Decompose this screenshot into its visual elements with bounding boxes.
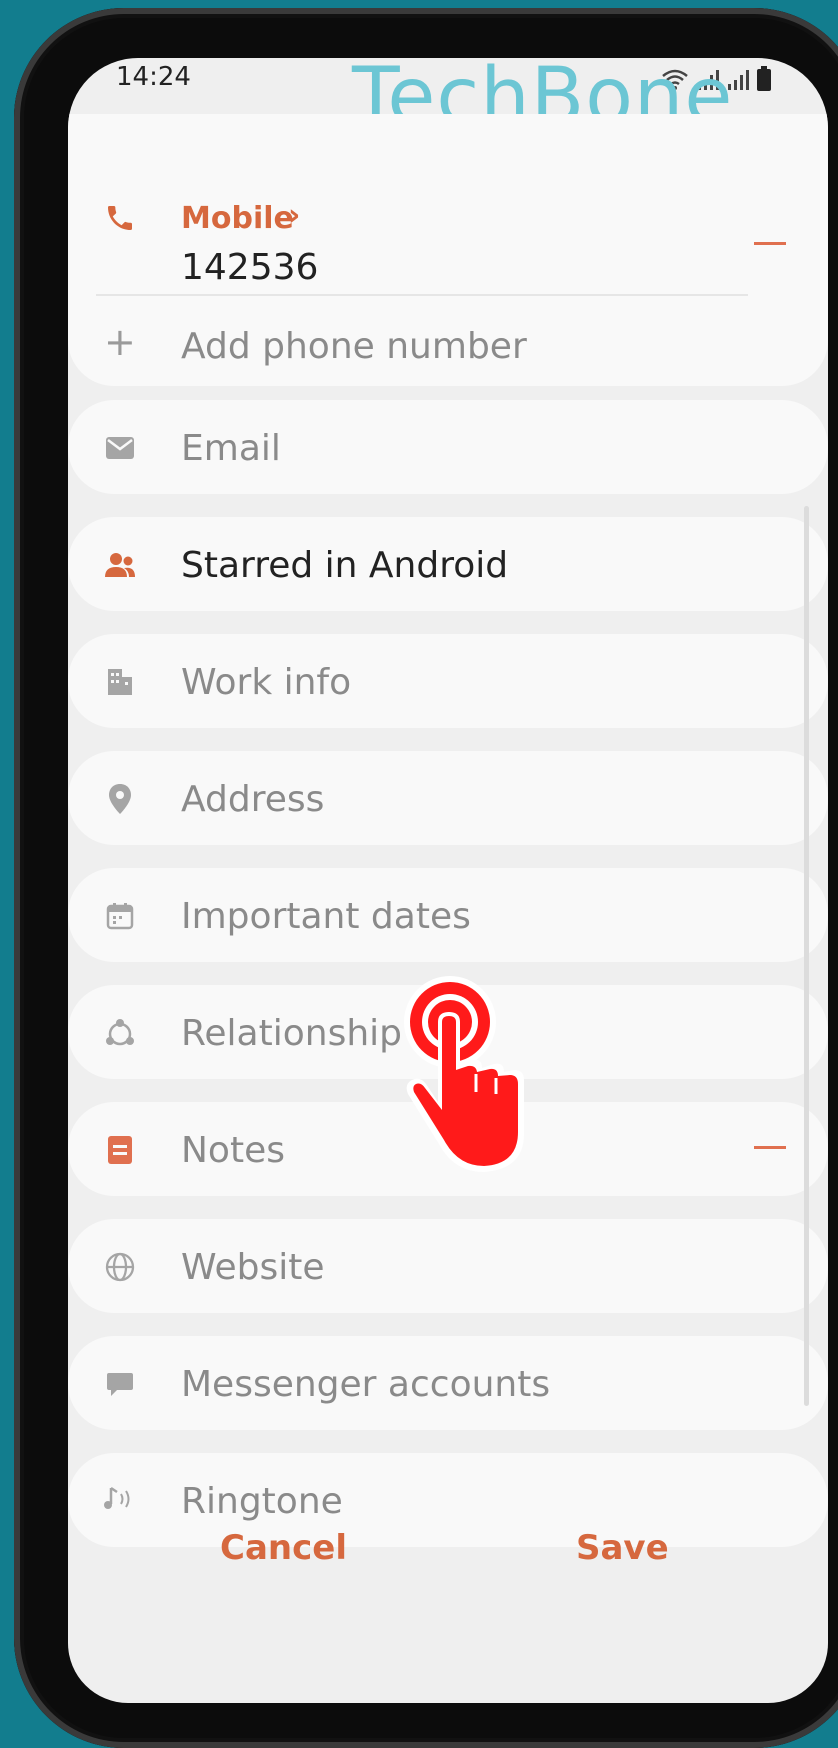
group-label: Starred in Android [181, 545, 509, 586]
notes-icon [102, 1132, 138, 1168]
important-dates-label: Important dates [181, 896, 471, 937]
status-bar: 14:24 TechBone [68, 58, 828, 136]
messenger-label: Messenger accounts [181, 1364, 551, 1405]
add-phone-number-button[interactable]: Add phone number [181, 326, 527, 367]
phone-card: Mobile › 142536 + Add phone number [68, 114, 828, 386]
remove-notes-button[interactable] [754, 1146, 786, 1149]
calendar-icon [102, 898, 138, 934]
group-icon [102, 547, 138, 583]
phone-icon [102, 200, 138, 236]
relationship-icon [102, 1015, 138, 1051]
screen: 14:24 TechBone Mobile › 142536 + Add pho… [68, 58, 828, 1703]
group-field[interactable]: Starred in Android [68, 517, 828, 611]
divider [96, 294, 748, 296]
phone-frame: 14:24 TechBone Mobile › 142536 + Add pho… [14, 8, 838, 1748]
ringtone-field[interactable]: Ringtone [68, 1453, 828, 1547]
phone-number-value[interactable]: 142536 [181, 247, 318, 288]
work-info-label: Work info [181, 662, 352, 703]
relationship-label: Relationship [181, 1013, 402, 1054]
plus-icon[interactable]: + [104, 323, 136, 361]
ringtone-label: Ringtone [181, 1481, 343, 1522]
important-dates-field[interactable]: Important dates [68, 868, 828, 962]
tap-hand-icon [404, 976, 524, 1172]
scrollbar[interactable] [804, 506, 809, 1406]
building-icon [102, 664, 138, 700]
phone-type-label[interactable]: Mobile [181, 201, 294, 236]
cancel-button[interactable]: Cancel [220, 1528, 347, 1568]
website-label: Website [181, 1247, 325, 1288]
battery-icon [757, 66, 771, 91]
website-field[interactable]: Website [68, 1219, 828, 1313]
status-time: 14:24 [116, 62, 191, 92]
email-icon [102, 430, 138, 466]
messenger-field[interactable]: Messenger accounts [68, 1336, 828, 1430]
remove-phone-button[interactable] [754, 242, 786, 245]
address-label: Address [181, 779, 325, 820]
music-note-icon [102, 1481, 138, 1517]
email-label: Email [181, 428, 281, 469]
email-field[interactable]: Email [68, 400, 828, 494]
location-pin-icon [102, 781, 138, 817]
address-field[interactable]: Address [68, 751, 828, 845]
chevron-right-icon[interactable]: › [288, 198, 300, 233]
notes-label: Notes [181, 1130, 285, 1171]
chat-bubble-icon [102, 1366, 138, 1402]
work-info-field[interactable]: Work info [68, 634, 828, 728]
globe-icon [102, 1249, 138, 1285]
save-button[interactable]: Save [576, 1528, 669, 1568]
